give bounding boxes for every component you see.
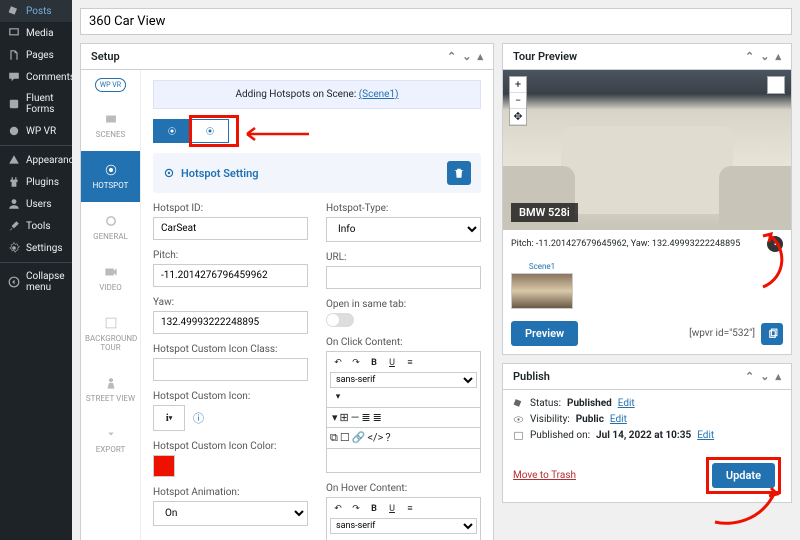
menu-posts[interactable]: Posts [0,0,72,22]
panel-down-icon[interactable]: ⌄ [760,50,769,63]
menu-tools[interactable]: Tools [0,215,72,237]
scene-link[interactable]: (Scene1) [359,89,399,100]
panel-toggle-icon[interactable]: ▴ [477,50,483,63]
panel-toggle-icon[interactable]: ▴ [775,50,781,63]
move-to-trash-link[interactable]: Move to Trash [513,470,576,481]
edit-visibility-link[interactable]: Edit [610,414,627,425]
menu-settings[interactable]: Settings [0,237,72,259]
panel-toggle-icon[interactable]: ▴ [775,370,781,383]
hotspot-id-label: Hotspot ID: [153,203,308,214]
setup-panel: Setup ⌃ ⌄ ▴ WP VR Scenes Hotspot General… [80,43,494,540]
zoom-out-icon: − [510,93,526,109]
menu-plugins[interactable]: Plugins [0,171,72,193]
setup-tabs: WP VR Scenes Hotspot General Video Backg… [81,70,141,540]
animation-label: Hotspot Animation: [153,487,308,498]
pan-icon: ✥ [510,109,526,125]
url-label: URL: [326,252,481,263]
menu-comments[interactable]: Comments [0,66,72,88]
menu-wpvr[interactable]: WP VR [0,120,72,142]
annotation-box-1 [189,115,239,147]
menu-appearance[interactable]: Appearance [0,149,72,171]
menu-fluentforms[interactable]: Fluent Forms [0,88,72,120]
menu-media[interactable]: Media [0,22,72,44]
setup-panel-title: Setup [91,50,120,63]
panel-up-icon[interactable]: ⌃ [745,370,754,383]
yaw-label: Yaw: [153,297,308,308]
zoom-controls[interactable]: +−✥ [509,76,527,126]
annotation-arrow-1 [239,127,309,141]
url-input[interactable] [326,266,481,289]
onhover-label: On Hover Content: [326,483,481,494]
color-label: Hotspot Custom Icon Color: [153,441,308,452]
panel-up-icon[interactable]: ⌃ [447,50,456,63]
yaw-input[interactable] [153,311,308,334]
animation-select[interactable]: On [153,501,308,526]
hotspot-tab-1[interactable] [153,119,191,143]
tab-video[interactable]: Video [81,253,140,304]
type-select[interactable]: Info [326,217,481,242]
scene-banner: Adding Hotspots on Scene: (Scene1) [153,80,481,109]
onhover-toolbar[interactable]: ↶↷BU≡sans-serif▾ [326,497,481,540]
delete-hotspot-button[interactable] [447,161,471,185]
tour-preview-viewer[interactable]: +−✥ BMW 528i [503,70,791,230]
tab-scenes[interactable]: Scenes [81,100,140,151]
icon-picker[interactable]: i▾ [153,405,185,431]
menu-collapse[interactable]: Collapse menu [0,266,72,298]
menu-users[interactable]: Users [0,193,72,215]
panel-down-icon[interactable]: ⌄ [462,50,471,63]
panel-up-icon[interactable]: ⌃ [745,50,754,63]
scene-thumbnail[interactable]: Scene1 [511,262,573,309]
published-row: Published on: Jul 14, 2022 at 10:35 Edit [513,430,781,441]
preview-button[interactable]: Preview [511,321,578,346]
custom-icon-label: Hotspot Custom Icon: [153,391,308,402]
menu-pages[interactable]: Pages [0,44,72,66]
hotspot-id-input[interactable] [153,217,308,240]
zoom-in-icon: + [510,77,526,93]
post-title-input[interactable] [80,8,792,35]
icon-class-label: Hotspot Custom Icon Class: [153,344,308,355]
fullscreen-button[interactable] [767,76,785,94]
onclick-toolbar2[interactable]: ▾⊞—≣≣ [326,408,481,428]
type-label: Hotspot-Type: [326,203,481,214]
sametab-label: Open in same tab: [326,299,481,310]
annotation-arrow-3 [711,482,781,532]
tab-logo: WP VR [81,70,140,100]
preview-panel: Tour Preview ⌃ ⌄ ▴ +−✥ BMW 528i Pitch: -11.… [502,43,792,355]
preview-title: Tour Preview [513,50,577,63]
status-row: Status: Published Edit [513,398,781,409]
hotspot-setting-title: Hotspot Setting [163,167,259,180]
edit-status-link[interactable]: Edit [618,398,635,409]
onclick-toolbar3[interactable]: ⧉☐🔗</>? [326,428,481,449]
onclick-toolbar[interactable]: ↶↷BU≡sans-serif▾ [326,351,481,408]
icon-class-input[interactable] [153,358,308,381]
preview-caption: BMW 528i [511,203,578,222]
annotation-arrow-2 [757,232,795,292]
panel-down-icon[interactable]: ⌄ [760,370,769,383]
color-picker[interactable] [153,455,175,477]
tab-hotspot[interactable]: Hotspot [81,151,140,202]
onclick-label: On Click Content: [326,337,481,348]
edit-date-link[interactable]: Edit [697,430,714,441]
onclick-editor[interactable] [326,449,481,473]
coords-readout: Pitch: -11.201427679645962, Yaw: 132.499… [511,239,740,249]
tab-export[interactable]: Export [81,415,140,466]
wp-admin-sidebar: Posts Media Pages Comments Fluent Forms … [0,0,72,540]
pitch-input[interactable] [153,264,308,287]
publish-panel: Publish ⌃ ⌄ ▴ Status: Published Edit Visibi… [502,363,792,503]
tab-bgtour[interactable]: Background Tour [81,304,140,364]
pitch-label: Pitch: [153,250,308,261]
sametab-toggle[interactable] [326,313,354,327]
tab-street[interactable]: Street View [81,364,140,415]
publish-title: Publish [513,370,550,383]
copy-shortcode-button[interactable] [761,323,783,345]
tab-general[interactable]: General [81,202,140,253]
shortcode-text: [wpvr id="532"] [689,328,755,339]
info-icon[interactable]: ⓘ [193,410,204,426]
visibility-row: Visibility: Public Edit [513,414,781,425]
